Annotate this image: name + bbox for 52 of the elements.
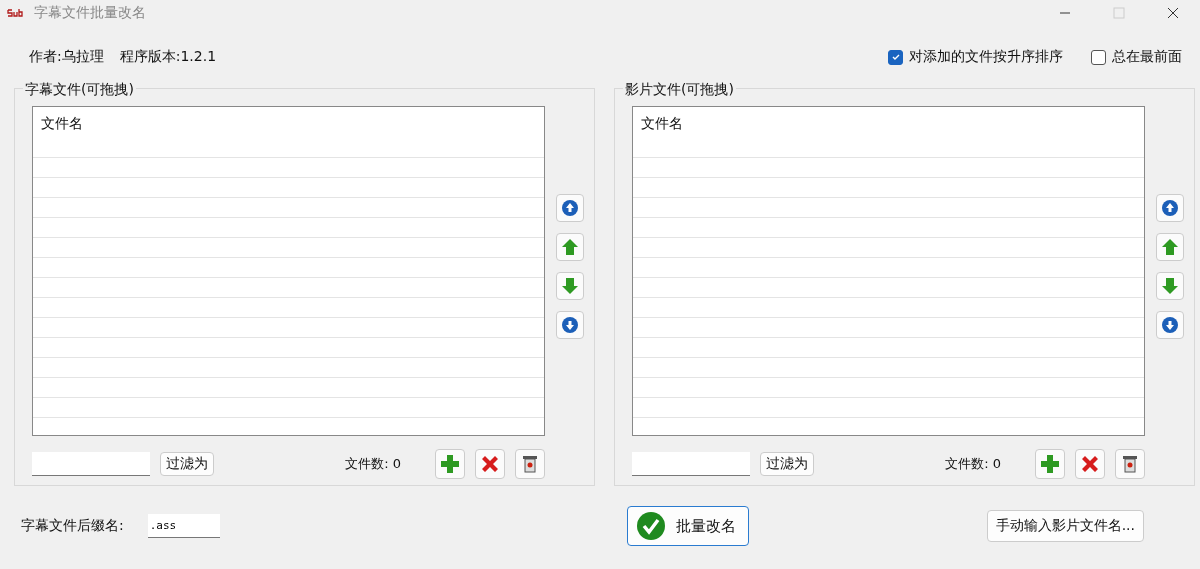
up-arrow-icon <box>1161 238 1179 256</box>
group-title: 影片文件(可拖拽) <box>623 80 736 98</box>
manual-input-button[interactable]: 手动输入影片文件名... <box>986 510 1144 542</box>
plus-icon <box>1040 454 1060 474</box>
file-list[interactable]: 文件名 <box>32 106 545 436</box>
remove-button[interactable] <box>475 449 505 479</box>
checkbox-label: 总在最前面 <box>1112 48 1182 66</box>
move-down-button[interactable] <box>1156 272 1184 300</box>
group-title: 字幕文件(可拖拽) <box>23 80 136 98</box>
filter-button[interactable]: 过滤为 <box>760 452 814 476</box>
checkbox[interactable] <box>888 49 903 65</box>
file-count: 文件数: 0 <box>345 455 401 473</box>
down-arrow-icon <box>1161 277 1179 295</box>
column-header: 文件名 <box>41 115 83 131</box>
filter-button[interactable]: 过滤为 <box>160 452 214 476</box>
checkbox[interactable] <box>1091 49 1106 65</box>
down-arrow-icon <box>561 277 579 295</box>
add-button[interactable] <box>1035 449 1065 479</box>
clear-button[interactable] <box>1115 449 1145 479</box>
window-title: 字幕文件批量改名 <box>34 4 146 22</box>
move-up-button[interactable] <box>1156 233 1184 261</box>
cross-icon <box>480 454 500 474</box>
move-top-button[interactable] <box>1156 194 1184 222</box>
checkmark-icon <box>890 52 901 62</box>
move-bottom-button[interactable] <box>1156 311 1184 339</box>
move-up-button[interactable] <box>556 233 584 261</box>
remove-button[interactable] <box>1075 449 1105 479</box>
rename-button[interactable]: 批量改名 <box>627 506 750 546</box>
suffix-label: 字幕文件后缀名: <box>21 517 124 535</box>
maximize-icon <box>1113 7 1125 19</box>
checkmark-icon <box>636 511 667 541</box>
file-count: 文件数: 0 <box>945 455 1001 473</box>
clear-button[interactable] <box>515 449 545 479</box>
app-logo-icon <box>6 7 26 19</box>
move-down-button[interactable] <box>556 272 584 300</box>
up-arrow-icon <box>561 238 579 256</box>
file-list[interactable]: 文件名 <box>632 106 1145 436</box>
add-button[interactable] <box>435 449 465 479</box>
trash-icon <box>1121 454 1139 474</box>
cross-icon <box>1080 454 1100 474</box>
version-label: 程序版本:1.2.1 <box>119 48 217 66</box>
filter-input[interactable] <box>32 452 150 476</box>
plus-icon <box>440 454 460 474</box>
column-header: 文件名 <box>641 115 683 131</box>
trash-icon <box>521 454 539 474</box>
move-bottom-button[interactable] <box>556 311 584 339</box>
checkbox-label: 对添加的文件按升序排序 <box>909 48 1063 66</box>
suffix-input[interactable]: .ass <box>147 514 220 538</box>
close-icon <box>1167 7 1179 19</box>
filter-input[interactable] <box>632 452 750 476</box>
move-top-button[interactable] <box>556 194 584 222</box>
author-label: 作者:乌拉理 <box>29 48 104 66</box>
